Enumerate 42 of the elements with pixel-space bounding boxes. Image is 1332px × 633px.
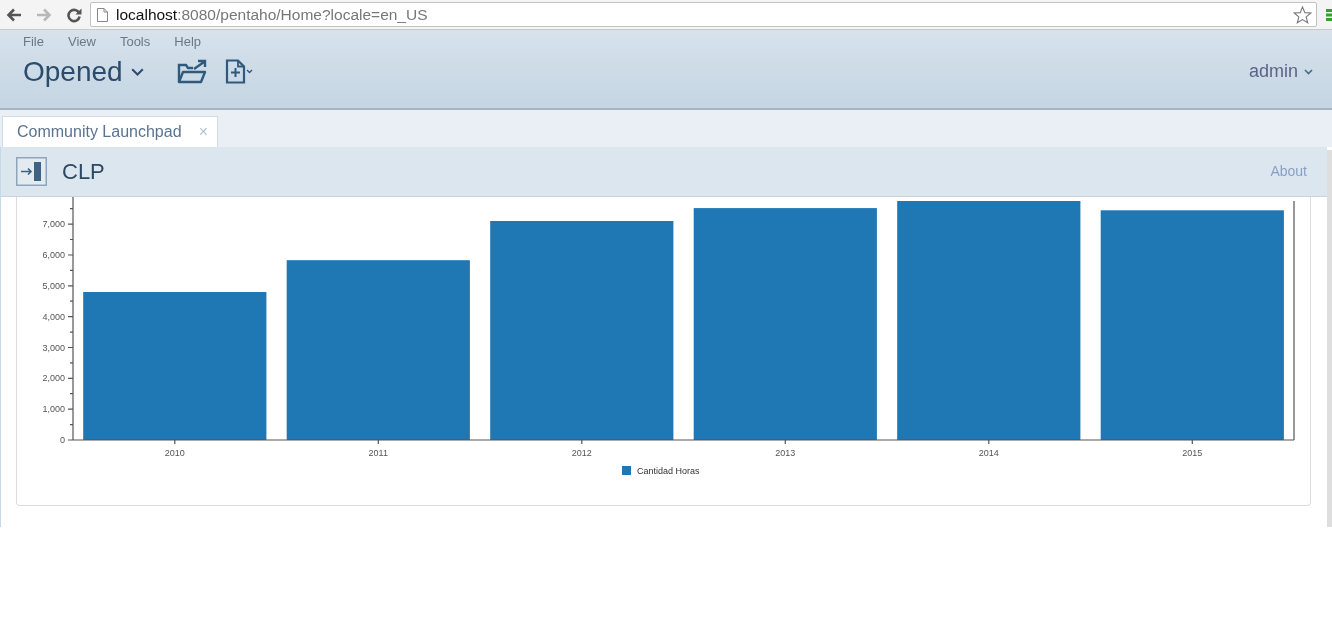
y-tick-label: 2,000 (42, 373, 65, 384)
x-tick-label: 2014 (978, 448, 999, 458)
x-tick-label: 2015 (1182, 448, 1203, 458)
star-icon (1293, 5, 1312, 24)
new-document-button[interactable] (223, 57, 254, 86)
document-plus-icon (224, 59, 253, 84)
address-bar[interactable]: localhost:8080/pentaho/Home?locale=en_US (90, 2, 1317, 27)
page-icon (97, 7, 108, 22)
menu-item[interactable]: View (67, 31, 96, 51)
dashboard-title: CLP (62, 158, 105, 186)
reload-icon (66, 6, 82, 23)
menu-item[interactable]: File (23, 31, 44, 51)
about-link[interactable]: About (1270, 161, 1307, 182)
x-tick-label: 2011 (368, 448, 388, 458)
menu-icon (1326, 7, 1332, 22)
folder-icon (176, 59, 207, 84)
arrow-into-bar-icon (16, 157, 47, 186)
y-tick-label: 4,000 (42, 311, 65, 322)
chevron-down-icon (130, 67, 144, 76)
tab-label: Community Launchpad (17, 122, 182, 142)
tab[interactable]: Community Launchpad × (2, 116, 218, 147)
y-tick-label: 1,000 (42, 404, 65, 415)
scrollbar[interactable] (1327, 150, 1332, 527)
y-tick-label: 5,000 (42, 280, 65, 291)
chevron-down-icon (1304, 68, 1313, 75)
x-tick-label: 2013 (775, 448, 796, 458)
close-tab-button[interactable]: × (198, 120, 208, 144)
right-arrow-icon (36, 7, 52, 22)
x-tick-label: 2012 (571, 448, 592, 458)
x-tick-label: 2010 (164, 448, 185, 458)
menu-item[interactable]: Help (174, 31, 201, 51)
y-tick-label: 7,000 (42, 219, 65, 230)
url-text: localhost:8080/pentaho/Home?locale=en_US (116, 4, 428, 25)
user-menu[interactable]: admin (1248, 58, 1313, 85)
left-arrow-icon (6, 7, 22, 22)
legend-label: Cantidad Horas (637, 466, 700, 476)
y-tick-label: 3,000 (42, 342, 65, 353)
perspective-dropdown[interactable]: Opened (23, 55, 144, 88)
y-tick-label: 0 (60, 435, 65, 445)
open-button[interactable] (175, 57, 208, 86)
y-tick-label: 6,000 (42, 250, 65, 260)
menu-item[interactable]: Tools (119, 31, 151, 51)
